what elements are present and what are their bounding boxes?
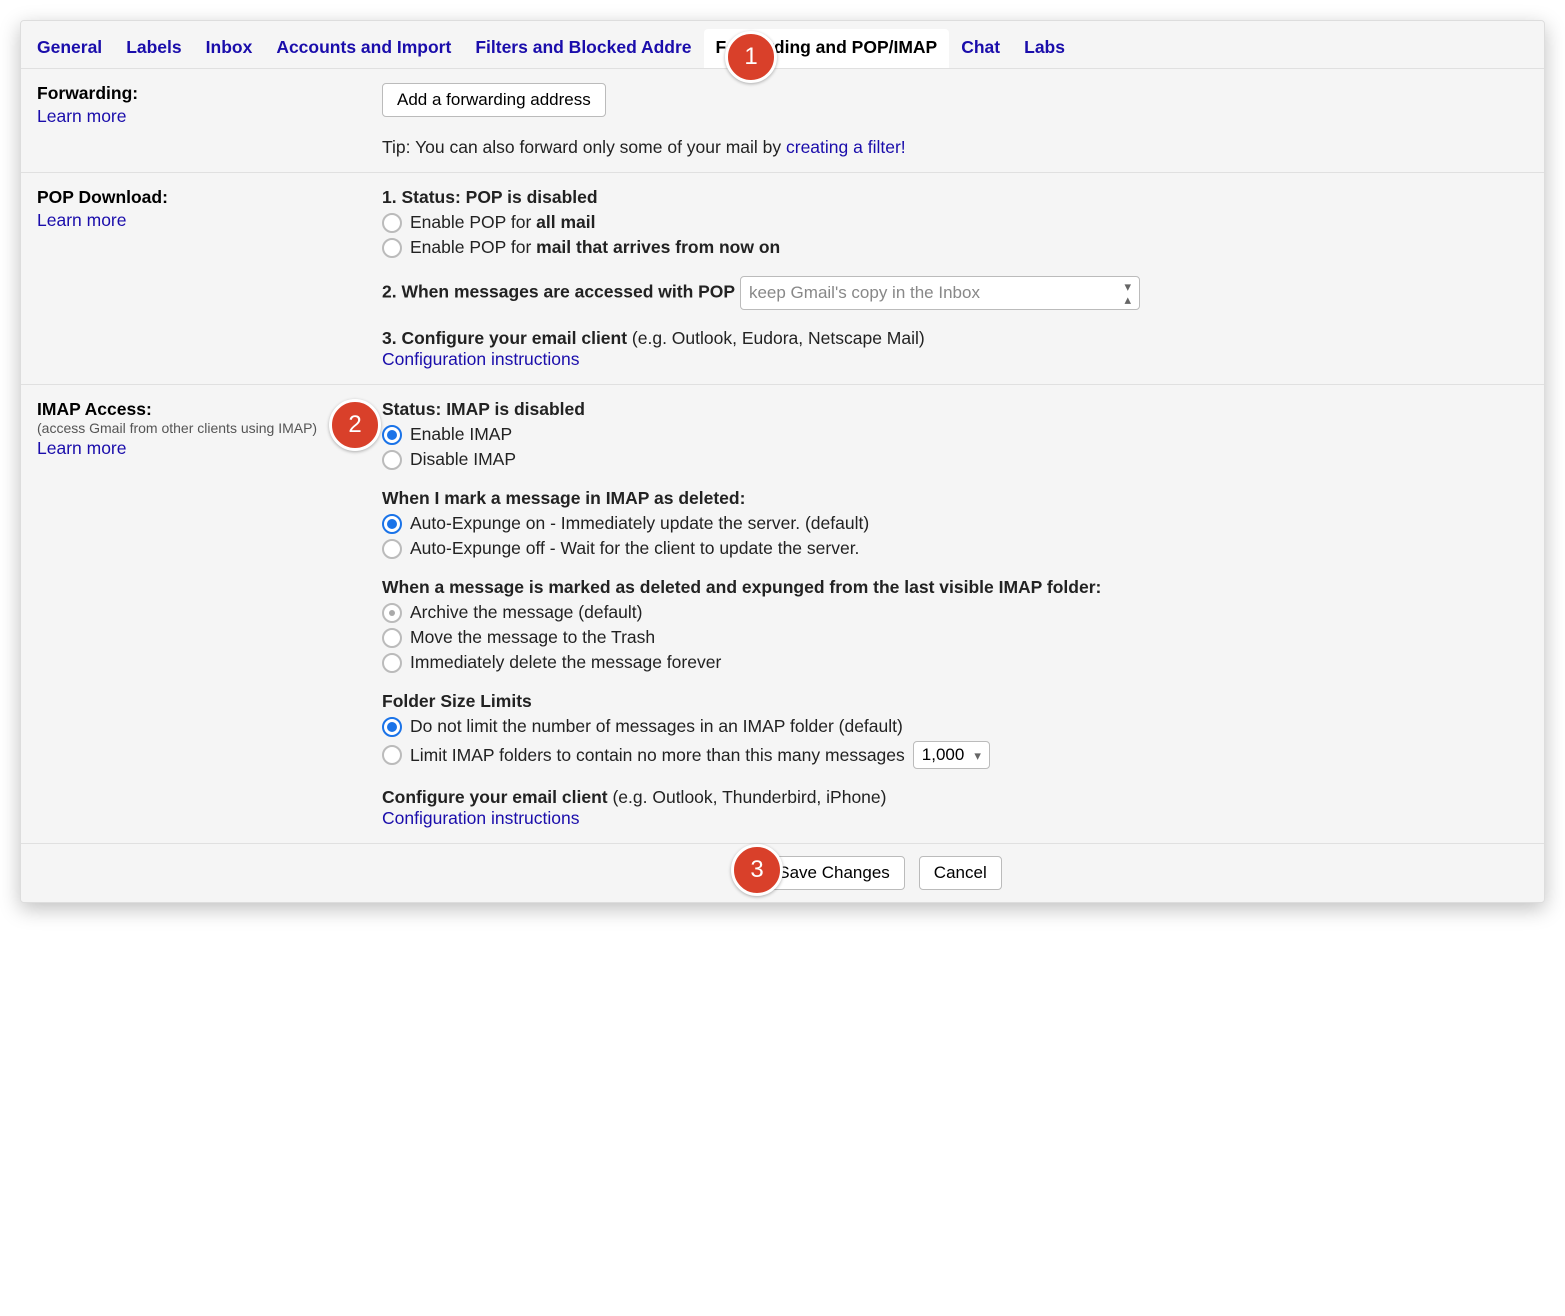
pop-action-select-value: keep Gmail's copy in the Inbox: [749, 283, 980, 303]
imap-folder-limit[interactable]: Limit IMAP folders to contain no more th…: [382, 741, 1528, 769]
imap-folder-limit-label: Limit IMAP folders to contain no more th…: [410, 745, 905, 766]
pop-action-select[interactable]: keep Gmail's copy in the Inbox ▾▴: [740, 276, 1140, 310]
settings-panel: General Labels Inbox Accounts and Import…: [20, 20, 1545, 903]
callout-badge-1: 1: [725, 31, 777, 83]
imap-expunged-header: When a message is marked as deleted and …: [382, 577, 1528, 598]
imap-expunge-trash-label: Move the message to the Trash: [410, 627, 655, 648]
imap-option-enable[interactable]: Enable IMAP: [382, 424, 1528, 445]
tab-labels[interactable]: Labels: [114, 29, 193, 68]
add-forwarding-address-button[interactable]: Add a forwarding address: [382, 83, 606, 117]
imap-option-enable-label: Enable IMAP: [410, 424, 512, 445]
tab-accounts-import[interactable]: Accounts and Import: [264, 29, 463, 68]
imap-learn-more-link[interactable]: Learn more: [37, 438, 127, 459]
imap-subtitle: (access Gmail from other clients using I…: [37, 420, 370, 436]
forwarding-tip: Tip: You can also forward only some of y…: [382, 137, 1528, 158]
imap-expunge-off[interactable]: Auto-Expunge off - Wait for the client t…: [382, 538, 1528, 559]
settings-tabs: General Labels Inbox Accounts and Import…: [21, 21, 1544, 69]
footer: 3 Save Changes Cancel: [21, 844, 1544, 902]
imap-folder-nolimit[interactable]: Do not limit the number of messages in a…: [382, 716, 1528, 737]
imap-status-label: Status: IMAP is disabled: [382, 399, 585, 419]
callout-badge-2: 2: [329, 399, 381, 451]
forwarding-learn-more-link[interactable]: Learn more: [37, 106, 127, 127]
imap-expunge-delete[interactable]: Immediately delete the message forever: [382, 652, 1528, 673]
imap-folder-nolimit-label: Do not limit the number of messages in a…: [410, 716, 903, 737]
section-forwarding: Forwarding: Learn more Add a forwarding …: [21, 69, 1544, 173]
section-imap-access: IMAP Access: (access Gmail from other cl…: [21, 385, 1544, 844]
pop-option-all-mail[interactable]: Enable POP for all mail: [382, 212, 1528, 233]
chevron-updown-icon: ▾: [974, 749, 981, 762]
pop-learn-more-link[interactable]: Learn more: [37, 210, 127, 231]
tab-chat[interactable]: Chat: [949, 29, 1012, 68]
imap-expunge-delete-label: Immediately delete the message forever: [410, 652, 721, 673]
imap-folder-limit-select[interactable]: 1,000 ▾: [913, 741, 990, 769]
pop-status-label: 1. Status: POP is disabled: [382, 187, 598, 207]
radio-icon: [382, 514, 402, 534]
imap-expunge-trash[interactable]: Move the message to the Trash: [382, 627, 1528, 648]
pop-title: POP Download:: [37, 187, 370, 208]
imap-folder-header: Folder Size Limits: [382, 691, 1528, 712]
forwarding-tip-text: Tip: You can also forward only some of y…: [382, 137, 786, 157]
radio-icon: [382, 213, 402, 233]
save-changes-button[interactable]: Save Changes: [763, 856, 905, 890]
tab-labs[interactable]: Labs: [1012, 29, 1077, 68]
imap-config-instructions-link[interactable]: Configuration instructions: [382, 808, 579, 828]
section-pop-download: POP Download: Learn more 1. Status: POP …: [21, 173, 1544, 385]
forwarding-title: Forwarding:: [37, 83, 370, 104]
imap-configure-label: Configure your email client (e.g. Outloo…: [382, 787, 1528, 808]
imap-expunge-on-label: Auto-Expunge on - Immediately update the…: [410, 513, 869, 534]
radio-icon: [382, 450, 402, 470]
chevron-updown-icon: ▾▴: [1124, 280, 1131, 306]
pop-config-instructions-link[interactable]: Configuration instructions: [382, 349, 579, 369]
radio-icon: [382, 425, 402, 445]
imap-title: IMAP Access:: [37, 399, 370, 420]
imap-expunge-off-label: Auto-Expunge off - Wait for the client t…: [410, 538, 859, 559]
radio-icon: [382, 745, 402, 765]
imap-option-disable-label: Disable IMAP: [410, 449, 516, 470]
imap-deleted-header: When I mark a message in IMAP as deleted…: [382, 488, 1528, 509]
create-filter-link[interactable]: creating a filter!: [786, 137, 906, 157]
radio-icon: [382, 539, 402, 559]
tab-inbox[interactable]: Inbox: [194, 29, 265, 68]
callout-badge-3: 3: [731, 844, 783, 896]
radio-icon: [382, 238, 402, 258]
pop-step3-label: 3. Configure your email client (e.g. Out…: [382, 328, 1528, 349]
tab-filters-blocked[interactable]: Filters and Blocked Addre: [463, 29, 703, 68]
imap-expunge-archive[interactable]: Archive the message (default): [382, 602, 1528, 623]
imap-expunge-on[interactable]: Auto-Expunge on - Immediately update the…: [382, 513, 1528, 534]
radio-icon: [382, 628, 402, 648]
radio-icon: [382, 717, 402, 737]
radio-icon: [382, 603, 402, 623]
imap-folder-limit-value: 1,000: [922, 745, 965, 765]
cancel-button[interactable]: Cancel: [919, 856, 1002, 890]
tab-general[interactable]: General: [25, 29, 114, 68]
imap-expunge-archive-label: Archive the message (default): [410, 602, 642, 623]
pop-option-new-mail[interactable]: Enable POP for mail that arrives from no…: [382, 237, 1528, 258]
imap-option-disable[interactable]: Disable IMAP: [382, 449, 1528, 470]
radio-icon: [382, 653, 402, 673]
pop-step2-label: 2. When messages are accessed with POP: [382, 282, 735, 302]
